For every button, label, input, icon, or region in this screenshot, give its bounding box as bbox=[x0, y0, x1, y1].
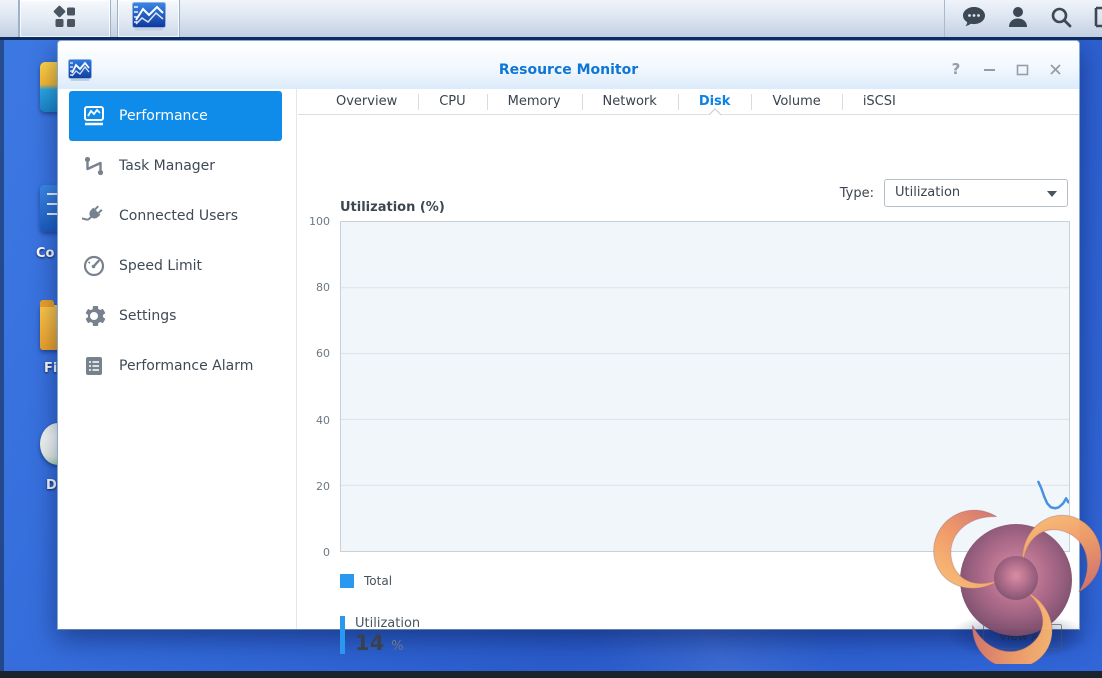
taskbar bbox=[0, 0, 1102, 40]
legend-label: Total bbox=[364, 574, 392, 588]
notifications-chat-icon[interactable] bbox=[961, 5, 987, 33]
task-manager-icon bbox=[82, 154, 106, 178]
y-axis-ticks: 020406080100 bbox=[298, 221, 335, 552]
gear-icon bbox=[82, 304, 106, 328]
utilization-chart bbox=[340, 221, 1070, 552]
sidebar-item-performance[interactable]: Performance bbox=[69, 91, 282, 141]
tab-volume[interactable]: Volume bbox=[751, 89, 841, 114]
main-menu-button[interactable] bbox=[19, 0, 111, 37]
sidebar-item-label: Speed Limit bbox=[119, 258, 202, 274]
maximize-button[interactable] bbox=[1014, 60, 1030, 78]
window-titlebar[interactable]: Resource Monitor ? bbox=[58, 41, 1079, 89]
speedometer-icon bbox=[82, 254, 106, 278]
sidebar-item-label: Performance bbox=[119, 108, 208, 124]
minimize-button[interactable] bbox=[981, 60, 997, 78]
sidebar-item-label: Settings bbox=[119, 308, 176, 324]
type-label: Type: bbox=[840, 186, 874, 201]
partial-widget-icon[interactable] bbox=[1093, 5, 1102, 33]
main-menu-icon bbox=[51, 3, 79, 35]
tab-iscsi[interactable]: iSCSI bbox=[842, 89, 917, 114]
sidebar-item-label: Connected Users bbox=[119, 208, 238, 224]
plug-icon bbox=[82, 204, 106, 228]
window-title: Resource Monitor bbox=[58, 62, 1079, 78]
legend-swatch-total bbox=[340, 574, 354, 588]
screen-bottom-strip bbox=[0, 671, 1102, 678]
resource-monitor-app-icon bbox=[129, 1, 169, 36]
stat-label: Utilization bbox=[355, 616, 420, 631]
stat-unit: % bbox=[391, 639, 403, 654]
tab-disk[interactable]: Disk bbox=[678, 89, 752, 114]
chart-legend: Total bbox=[340, 574, 392, 588]
sidebar-item-speed-limit[interactable]: Speed Limit bbox=[69, 241, 282, 291]
sidebar-item-task-manager[interactable]: Task Manager bbox=[69, 141, 282, 191]
utilization-stat: Utilization 14% bbox=[340, 616, 420, 659]
tab-cpu[interactable]: CPU bbox=[418, 89, 486, 114]
tab-network[interactable]: Network bbox=[582, 89, 678, 114]
type-dropdown[interactable]: Utilization bbox=[884, 179, 1068, 207]
desktop-icon-label[interactable]: D bbox=[46, 478, 57, 493]
taskbar-right-icons bbox=[944, 0, 1102, 37]
user-icon[interactable] bbox=[1007, 5, 1029, 33]
main-panel: Overview CPU Memory Network Disk Volume … bbox=[298, 89, 1079, 629]
performance-chart-icon bbox=[82, 104, 106, 128]
stat-value: 14 bbox=[355, 631, 384, 655]
screen-edge-shade bbox=[0, 0, 4, 678]
sidebar-item-settings[interactable]: Settings bbox=[69, 291, 282, 341]
help-button[interactable]: ? bbox=[948, 60, 964, 78]
screen: Co Fi D Resource Monitor bbox=[0, 0, 1102, 678]
search-icon[interactable] bbox=[1049, 5, 1073, 33]
desktop-icon-label[interactable]: Co bbox=[36, 246, 54, 261]
resource-monitor-taskbar-button[interactable] bbox=[117, 0, 180, 37]
tab-overview[interactable]: Overview bbox=[315, 89, 418, 114]
sidebar-item-label: Task Manager bbox=[119, 158, 215, 174]
desktop-icon-label[interactable]: Fi bbox=[44, 361, 57, 376]
tab-bar: Overview CPU Memory Network Disk Volume … bbox=[298, 89, 1079, 115]
alarm-list-icon bbox=[82, 354, 106, 378]
resource-monitor-window: Resource Monitor ? Performance bbox=[57, 40, 1080, 630]
sidebar-item-label: Performance Alarm bbox=[119, 358, 253, 374]
view-all-button[interactable]: View All bbox=[983, 624, 1062, 649]
chart-title: Utilization (%) bbox=[340, 200, 445, 215]
sidebar: Performance Task Manager Connected Users… bbox=[58, 89, 297, 629]
sidebar-item-performance-alarm[interactable]: Performance Alarm bbox=[69, 341, 282, 391]
sidebar-item-connected-users[interactable]: Connected Users bbox=[69, 191, 282, 241]
stat-accent-bar bbox=[340, 616, 345, 654]
tab-memory[interactable]: Memory bbox=[487, 89, 582, 114]
close-button[interactable] bbox=[1047, 60, 1063, 78]
